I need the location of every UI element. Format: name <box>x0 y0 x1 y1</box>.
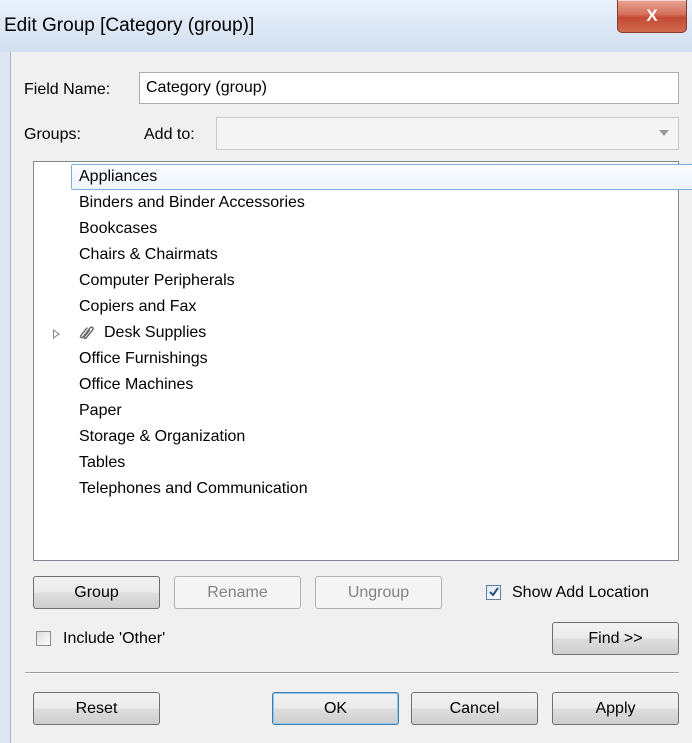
find-button[interactable]: Find >> <box>552 622 679 655</box>
close-button[interactable]: X <box>617 0 687 33</box>
checkmark-icon <box>489 587 499 597</box>
apply-button[interactable]: Apply <box>552 692 679 725</box>
selection-highlight <box>71 164 692 190</box>
footer-separator <box>25 672 679 674</box>
chevron-down-icon[interactable] <box>659 130 669 136</box>
group-button[interactable]: Group <box>33 576 160 609</box>
reset-button[interactable]: Reset <box>33 692 160 725</box>
rename-button[interactable]: Rename <box>174 576 301 609</box>
list-item[interactable]: Computer Peripherals <box>34 268 678 294</box>
list-item[interactable]: Telephones and Communication <box>34 476 678 502</box>
groups-label: Groups: <box>24 126 81 143</box>
list-item-label: Bookcases <box>79 220 158 237</box>
ok-button[interactable]: OK <box>272 692 399 725</box>
list-item[interactable]: Copiers and Fax <box>34 294 678 320</box>
add-to-select[interactable] <box>216 117 679 150</box>
group-members-list[interactable]: Appliances Binders and Binder Accessorie… <box>33 161 692 561</box>
list-item[interactable]: Office Machines <box>34 372 678 398</box>
list-item-label: Chairs & Chairmats <box>79 246 218 263</box>
list-item[interactable]: Tables <box>34 450 678 476</box>
show-add-location-checkbox[interactable] <box>486 585 501 600</box>
list-item-label: Copiers and Fax <box>79 298 197 315</box>
title-bar[interactable]: Edit Group [Category (group)] X <box>0 0 692 52</box>
list-item-label: Paper <box>79 402 122 419</box>
show-add-location-label[interactable]: Show Add Location <box>512 584 649 602</box>
ungroup-button[interactable]: Ungroup <box>315 576 442 609</box>
cancel-button[interactable]: Cancel <box>411 692 538 725</box>
list-item-label: Telephones and Communication <box>79 480 308 497</box>
list-item-label: Office Furnishings <box>79 350 208 367</box>
expand-arrow-icon[interactable] <box>53 329 60 339</box>
include-other-label[interactable]: Include 'Other' <box>63 630 165 648</box>
paperclip-icon <box>79 326 94 340</box>
include-other-checkbox[interactable] <box>36 631 51 646</box>
list-item-label: Storage & Organization <box>79 428 246 445</box>
field-name-input[interactable]: Category (group) <box>139 72 679 104</box>
list-item-label: Office Machines <box>79 376 194 393</box>
list-item[interactable]: Bookcases <box>34 216 678 242</box>
list-item[interactable]: Office Furnishings <box>34 346 678 372</box>
list-item-label: Tables <box>79 454 126 471</box>
list-item-label: Binders and Binder Accessories <box>79 194 305 211</box>
list-item[interactable]: Storage & Organization <box>34 424 678 450</box>
list-item[interactable]: Chairs & Chairmats <box>34 242 678 268</box>
list-item[interactable]: Appliances <box>34 164 692 190</box>
list-item-label: Computer Peripherals <box>79 272 235 289</box>
list-item-label: Appliances <box>79 168 158 185</box>
group-list-item[interactable]: Desk Supplies <box>34 320 678 346</box>
list-item-label: Desk Supplies <box>104 324 207 341</box>
field-name-label: Field Name: <box>24 81 111 98</box>
list-item[interactable]: Paper <box>34 398 678 424</box>
list-item[interactable]: Binders and Binder Accessories <box>34 190 678 216</box>
add-to-label: Add to: <box>144 126 195 143</box>
window-title: Edit Group [Category (group)] <box>4 15 255 36</box>
close-icon: X <box>646 6 658 25</box>
